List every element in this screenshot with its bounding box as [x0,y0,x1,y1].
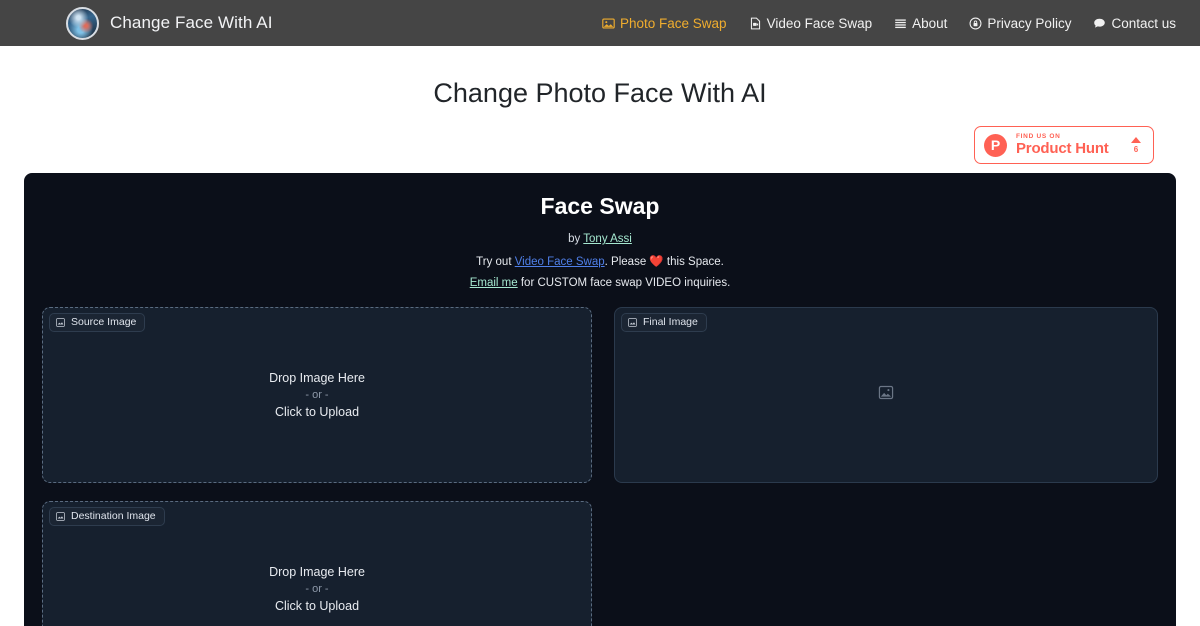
image-placeholder-icon [56,317,65,327]
destination-drop-click[interactable]: Click to Upload [43,599,591,613]
source-drop-or: - or - [305,389,329,401]
source-image-dropzone[interactable]: Source Image Drop Image Here - or - Clic… [42,307,592,483]
product-hunt-big-text: Product Hunt [1016,139,1109,157]
product-hunt-text: FIND US ON Product Hunt [1016,133,1122,157]
destination-drop-text: Drop Image Here - or - Click to Upload [43,565,591,613]
page-title: Change Photo Face With AI [433,78,767,108]
video-face-swap-link[interactable]: Video Face Swap [515,256,605,268]
final-image-label: Final Image [621,313,707,332]
brand-name: Change Face With AI [110,13,273,32]
source-image-label-text: Source Image [71,316,137,328]
destination-drop-main: Drop Image Here [269,565,365,579]
final-image-label-text: Final Image [643,316,698,328]
nav-item-privacy-policy[interactable]: Privacy Policy [969,16,1071,31]
app-description-line-1: Try out Video Face Swap. Please ❤️ this … [24,254,1176,268]
brand-logo-group[interactable]: Change Face With AI [66,6,273,40]
final-image-panel[interactable]: Final Image [614,307,1158,483]
line2-suffix: for CUSTOM face swap VIDEO inquiries. [517,277,731,289]
nav-item-video-face-swap[interactable]: Video Face Swap [749,15,873,31]
image-placeholder-icon [628,317,637,327]
top-navbar: Change Face With AI Photo Face Swap Vide… [0,0,1200,46]
email-me-link[interactable]: Email me [470,277,518,289]
product-hunt-badge[interactable]: P FIND US ON Product Hunt 6 [974,126,1154,164]
destination-image-label: Destination Image [49,507,165,526]
destination-image-label-text: Destination Image [71,510,156,522]
product-hunt-logo-icon: P [984,133,1007,157]
photo-image-icon [602,17,615,30]
right-column: Final Image [614,307,1158,626]
app-description-line-2: Email me for CUSTOM face swap VIDEO inqu… [24,277,1176,289]
line1-mid: . Please [604,256,650,268]
nav-item-video-face-swap-label: Video Face Swap [766,15,873,31]
app-title: Face Swap [540,193,660,219]
line1-suffix: this Space. [663,256,724,268]
nav-links: Photo Face Swap Video Face Swap About Pr… [602,16,1176,31]
image-placeholder-icon [56,511,65,521]
nav-item-photo-face-swap-label: Photo Face Swap [619,15,727,31]
source-drop-click[interactable]: Click to Upload [43,405,591,419]
upvote-arrow-icon [1131,136,1141,143]
nav-item-about-label: About [912,15,948,31]
nav-item-contact-us-label: Contact us [1111,15,1176,31]
destination-image-dropzone[interactable]: Destination Image Drop Image Here - or -… [42,501,592,626]
author-link[interactable]: Tony Assi [583,233,632,245]
nav-item-contact-us[interactable]: Contact us [1093,16,1176,31]
heart-icon: ❤️ [649,256,664,268]
product-hunt-upvote[interactable]: 6 [1131,136,1144,154]
nav-item-photo-face-swap[interactable]: Photo Face Swap [602,16,727,31]
source-image-label: Source Image [49,313,146,332]
video-file-icon [749,17,762,30]
source-drop-main: Drop Image Here [269,371,365,385]
product-hunt-badge-wrap: P FIND US ON Product Hunt 6 [0,126,1200,164]
nav-item-privacy-policy-label: Privacy Policy [987,15,1072,31]
app-author-line: by Tony Assi [24,233,1176,245]
face-swap-app-panel: Face Swap by Tony Assi Try out Video Fac… [24,173,1176,626]
left-column: Source Image Drop Image Here - or - Clic… [42,307,592,626]
upvote-count: 6 [1133,144,1139,154]
lock-shield-icon [969,17,982,30]
io-columns: Source Image Drop Image Here - or - Clic… [24,289,1176,626]
list-lines-icon [894,17,907,30]
ai-face-avatar-icon [66,6,99,40]
destination-drop-or: - or - [305,583,329,595]
chat-bubble-icon [1093,17,1106,30]
line1-prefix: Try out [476,256,515,268]
app-by-prefix: by [568,233,584,245]
nav-item-about[interactable]: About [894,16,947,31]
source-drop-text: Drop Image Here - or - Click to Upload [43,371,591,419]
image-outline-icon [878,385,894,405]
